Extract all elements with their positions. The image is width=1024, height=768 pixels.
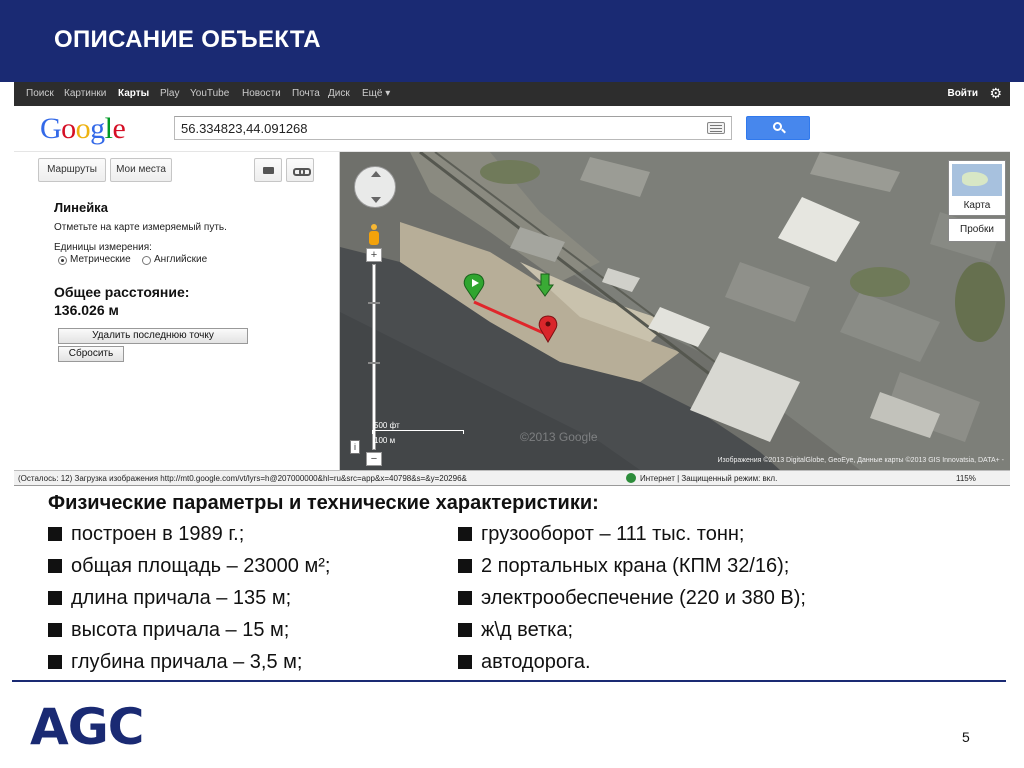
square-bullet-icon xyxy=(458,623,472,637)
ruler-title: Линейка xyxy=(54,200,108,215)
gbar-item-youtube[interactable]: YouTube xyxy=(190,88,229,99)
maps-screenshot: Поиск Картинки Карты Play YouTube Новост… xyxy=(14,82,1010,486)
traffic-button[interactable]: Пробки xyxy=(948,218,1006,242)
list-item: автодорога. xyxy=(458,651,591,674)
square-bullet-icon xyxy=(458,591,472,605)
map-watermark: ©2013 Google xyxy=(520,430,598,444)
status-text: (Осталось: 12) Загрузка изображения http… xyxy=(18,474,467,483)
ruler-hint: Отметьте на карте измеряемый путь. xyxy=(54,222,227,233)
map-type-button[interactable]: Карта xyxy=(948,160,1006,216)
scale-bar xyxy=(372,430,464,434)
metric-radio[interactable] xyxy=(58,256,67,265)
login-link[interactable]: Войти xyxy=(947,88,978,99)
square-bullet-icon xyxy=(48,655,62,669)
satellite-imagery xyxy=(340,152,1010,470)
satellite-map[interactable]: + − Карта Пробки i 500 фт 100 м ©2013 Go… xyxy=(340,152,1010,470)
gbar-item-play[interactable]: Play xyxy=(160,88,179,99)
characteristics-title: Физические параметры и технические харак… xyxy=(48,492,599,514)
reset-button[interactable]: Сбросить xyxy=(58,346,124,362)
search-icon xyxy=(773,122,782,131)
english-radio[interactable] xyxy=(142,256,151,265)
zoom-out-button[interactable]: − xyxy=(366,452,382,466)
square-bullet-icon xyxy=(458,527,472,541)
security-zone[interactable]: Интернет | Защищенный режим: вкл. xyxy=(640,474,777,483)
gbar-item-more[interactable]: Ещё ▾ xyxy=(362,88,390,99)
search-input-value: 56.334823,44.091268 xyxy=(181,121,308,136)
agc-logo: AGC xyxy=(30,698,144,756)
my-places-button[interactable]: Мои места xyxy=(110,158,172,182)
remove-last-point-button[interactable]: Удалить последнюю точку xyxy=(58,328,248,344)
street-view-pegman-icon[interactable] xyxy=(368,224,380,246)
zoom-level[interactable]: 115% xyxy=(956,474,976,483)
square-bullet-icon xyxy=(48,527,62,541)
zoom-tick xyxy=(368,302,380,304)
search-input[interactable]: 56.334823,44.091268 xyxy=(174,116,732,140)
gbar-item-images[interactable]: Картинки xyxy=(64,88,106,99)
list-item: 2 портальных крана (КПМ 32/16); xyxy=(458,555,789,578)
total-distance-value: 136.026 м xyxy=(54,302,119,318)
link-icon[interactable] xyxy=(286,158,314,182)
list-item: электрообеспечение (220 и 380 В); xyxy=(458,587,806,610)
search-row: Google 56.334823,44.091268 xyxy=(14,106,1010,152)
list-item: общая площадь – 23000 м²; xyxy=(48,555,330,578)
header-band: ОПИСАНИЕ ОБЪЕКТА xyxy=(0,0,1024,82)
total-distance-label: Общее расстояние: xyxy=(54,284,190,300)
scale-meters-label: 100 м xyxy=(374,436,396,445)
keyboard-icon[interactable] xyxy=(707,122,725,134)
pan-control[interactable] xyxy=(354,166,396,208)
gbar-item-search[interactable]: Поиск xyxy=(26,88,54,99)
list-item: ж\д ветка; xyxy=(458,619,573,642)
gear-icon[interactable]: ⚙ xyxy=(989,85,1002,101)
search-button[interactable] xyxy=(746,116,810,140)
zoom-in-button[interactable]: + xyxy=(366,248,382,262)
gbar-item-drive[interactable]: Диск xyxy=(328,88,350,99)
english-option-label[interactable]: Английские xyxy=(154,254,207,265)
slide: ОПИСАНИЕ ОБЪЕКТА Поиск Картинки Карты Pl… xyxy=(0,0,1024,768)
square-bullet-icon xyxy=(458,655,472,669)
square-bullet-icon xyxy=(48,623,62,637)
map-type-label: Карта xyxy=(963,200,991,211)
globe-icon xyxy=(626,473,636,483)
footer-divider xyxy=(12,680,1006,682)
list-item: глубина причала – 3,5 м; xyxy=(48,651,302,674)
slide-title: ОПИСАНИЕ ОБЪЕКТА xyxy=(54,26,321,53)
info-icon[interactable]: i xyxy=(350,440,360,454)
list-item: построен в 1989 г.; xyxy=(48,523,244,546)
map-thumbnail xyxy=(952,164,1002,196)
square-bullet-icon xyxy=(48,591,62,605)
google-bar: Поиск Картинки Карты Play YouTube Новост… xyxy=(14,82,1010,106)
gbar-item-news[interactable]: Новости xyxy=(242,88,281,99)
left-panel: Маршруты Мои места Линейка Отметьте на к… xyxy=(14,152,340,470)
list-item: высота причала – 15 м; xyxy=(48,619,289,642)
scale-feet-label: 500 фт xyxy=(374,421,400,430)
units-label: Единицы измерения: xyxy=(54,242,152,253)
print-icon[interactable] xyxy=(254,158,282,182)
gbar-item-mail[interactable]: Почта xyxy=(292,88,320,99)
square-bullet-icon xyxy=(48,559,62,573)
square-bullet-icon xyxy=(458,559,472,573)
metric-option-label[interactable]: Метрические xyxy=(70,254,131,265)
google-logo[interactable]: Google xyxy=(40,112,126,146)
routes-button[interactable]: Маршруты xyxy=(38,158,106,182)
list-item: длина причала – 135 м; xyxy=(48,587,291,610)
page-number: 5 xyxy=(962,729,970,745)
browser-status-bar: (Осталось: 12) Загрузка изображения http… xyxy=(14,470,1010,485)
map-attribution[interactable]: Изображения ©2013 DigitalGlobe, GeoEye, … xyxy=(717,457,1004,464)
gbar-item-maps[interactable]: Карты xyxy=(118,88,149,99)
list-item: грузооборот – 111 тыс. тонн; xyxy=(458,523,744,546)
zoom-tick xyxy=(368,362,380,364)
